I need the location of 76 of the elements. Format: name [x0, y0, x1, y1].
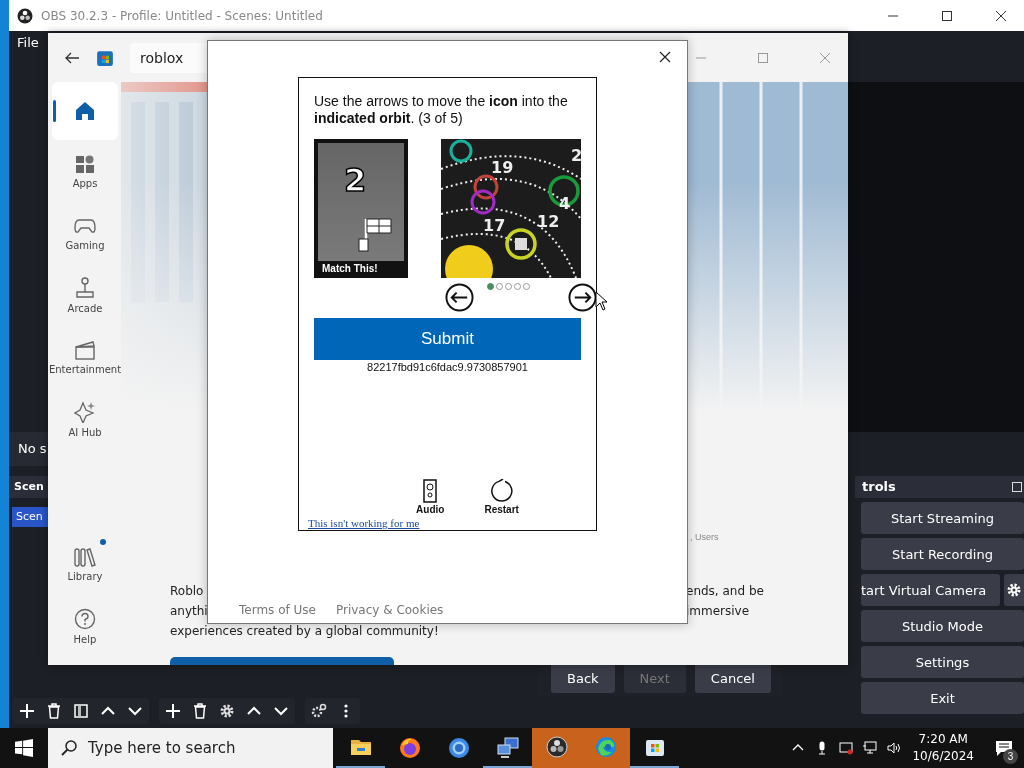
dock-title: trols	[862, 478, 896, 496]
right-arrow-button[interactable]	[568, 283, 597, 312]
obs-logo-icon	[17, 7, 33, 24]
control-button[interactable]: Start Streaming	[861, 502, 1024, 534]
notification-count: 3	[1003, 749, 1018, 764]
computers-icon	[496, 736, 519, 758]
clock-time[interactable]: 7:20 AM	[918, 731, 968, 748]
restart-button[interactable]: Restart	[484, 479, 519, 515]
scene-item[interactable]: Scen	[12, 507, 48, 527]
library-icon	[74, 546, 96, 567]
target-number: 2	[344, 161, 367, 199]
description-text: Roblo	[170, 583, 204, 600]
nav-item[interactable]: Help	[52, 595, 118, 657]
nav-item[interactable]: Arcade	[52, 264, 118, 326]
help-icon	[74, 607, 96, 630]
undock-icon[interactable]	[1012, 482, 1022, 492]
aihub-icon	[74, 400, 96, 423]
windows-start-icon[interactable]	[15, 739, 33, 757]
control-button[interactable]: Exit	[861, 682, 1024, 714]
obs-logo-icon	[545, 736, 568, 758]
apps-icon	[75, 153, 95, 174]
control-button[interactable]: Settings	[861, 646, 1024, 678]
filter-icon[interactable]	[73, 703, 89, 719]
browser-icon	[447, 737, 470, 759]
refresh-icon	[489, 479, 514, 503]
arcade-icon	[75, 276, 95, 299]
nav-item[interactable]: Apps	[52, 140, 118, 202]
target-caption: Match This!	[321, 262, 379, 274]
stats-text: , Users	[690, 532, 719, 542]
trash-icon[interactable]	[192, 703, 208, 719]
speaker-icon	[423, 479, 438, 503]
maximize-icon[interactable]	[941, 9, 953, 22]
trash-icon[interactable]	[46, 703, 62, 719]
help-link[interactable]: This isn't working for me	[308, 517, 420, 529]
orbit-drawing: 19 17 12 2 4	[441, 139, 581, 278]
display-alert-icon[interactable]	[839, 741, 854, 755]
gear-icon[interactable]	[219, 703, 235, 719]
browser-icon	[398, 737, 421, 759]
gear-icon	[1006, 582, 1023, 598]
cursor-icon	[595, 291, 607, 311]
control-button[interactable]: Studio Mode	[861, 610, 1024, 642]
submit-button[interactable]: Submit	[314, 318, 581, 360]
description-text: experiences created by a global community!	[170, 623, 439, 640]
taskbar-app[interactable]	[532, 728, 581, 768]
store-logo-icon	[96, 48, 114, 67]
control-button[interactable]: tart Virtual Camera	[861, 574, 1001, 606]
wizard-button[interactable]: Cancel	[694, 663, 771, 693]
add-icon[interactable]	[165, 703, 181, 719]
home-icon	[75, 101, 95, 121]
wizard-button[interactable]: Back	[551, 663, 615, 693]
nav-item[interactable]	[52, 82, 118, 140]
menu-item[interactable]: File	[13, 33, 43, 55]
description-text: anythi	[170, 603, 208, 620]
search-field[interactable]: Type here to search	[48, 728, 333, 768]
control-button[interactable]: Start Recording	[861, 538, 1024, 570]
settings-button[interactable]	[1004, 574, 1024, 606]
close-icon[interactable]	[659, 51, 671, 63]
add-icon[interactable]	[19, 703, 35, 719]
dock-title: Scen	[9, 476, 48, 498]
session-id: 82217fbd91c6fdac9.9730857901	[366, 361, 529, 373]
search-icon	[60, 739, 78, 757]
instruction-text: Use the arrows to move the icon into the indicated orbit. (3 of 5)	[314, 93, 569, 127]
clock-date[interactable]: 10/6/2024	[912, 748, 974, 765]
browser-icon	[594, 736, 617, 758]
footer-link[interactable]: Terms of Use	[239, 603, 316, 617]
footer-link[interactable]: Privacy & Cookies	[335, 603, 444, 617]
volume-icon[interactable]	[887, 741, 902, 755]
nav-item[interactable]: Library	[52, 533, 118, 595]
gears-icon[interactable]	[311, 703, 327, 719]
nav-item[interactable]: Gaming	[52, 202, 118, 264]
left-arrow-button[interactable]	[445, 283, 474, 312]
close-icon[interactable]	[995, 9, 1007, 22]
entertainment-icon	[75, 339, 95, 360]
network-icon[interactable]	[863, 741, 878, 755]
window-title: OBS 30.2.3 - Profile: Untitled - Scenes: Untitled	[41, 8, 323, 23]
audio-button[interactable]: Audio	[416, 479, 445, 515]
